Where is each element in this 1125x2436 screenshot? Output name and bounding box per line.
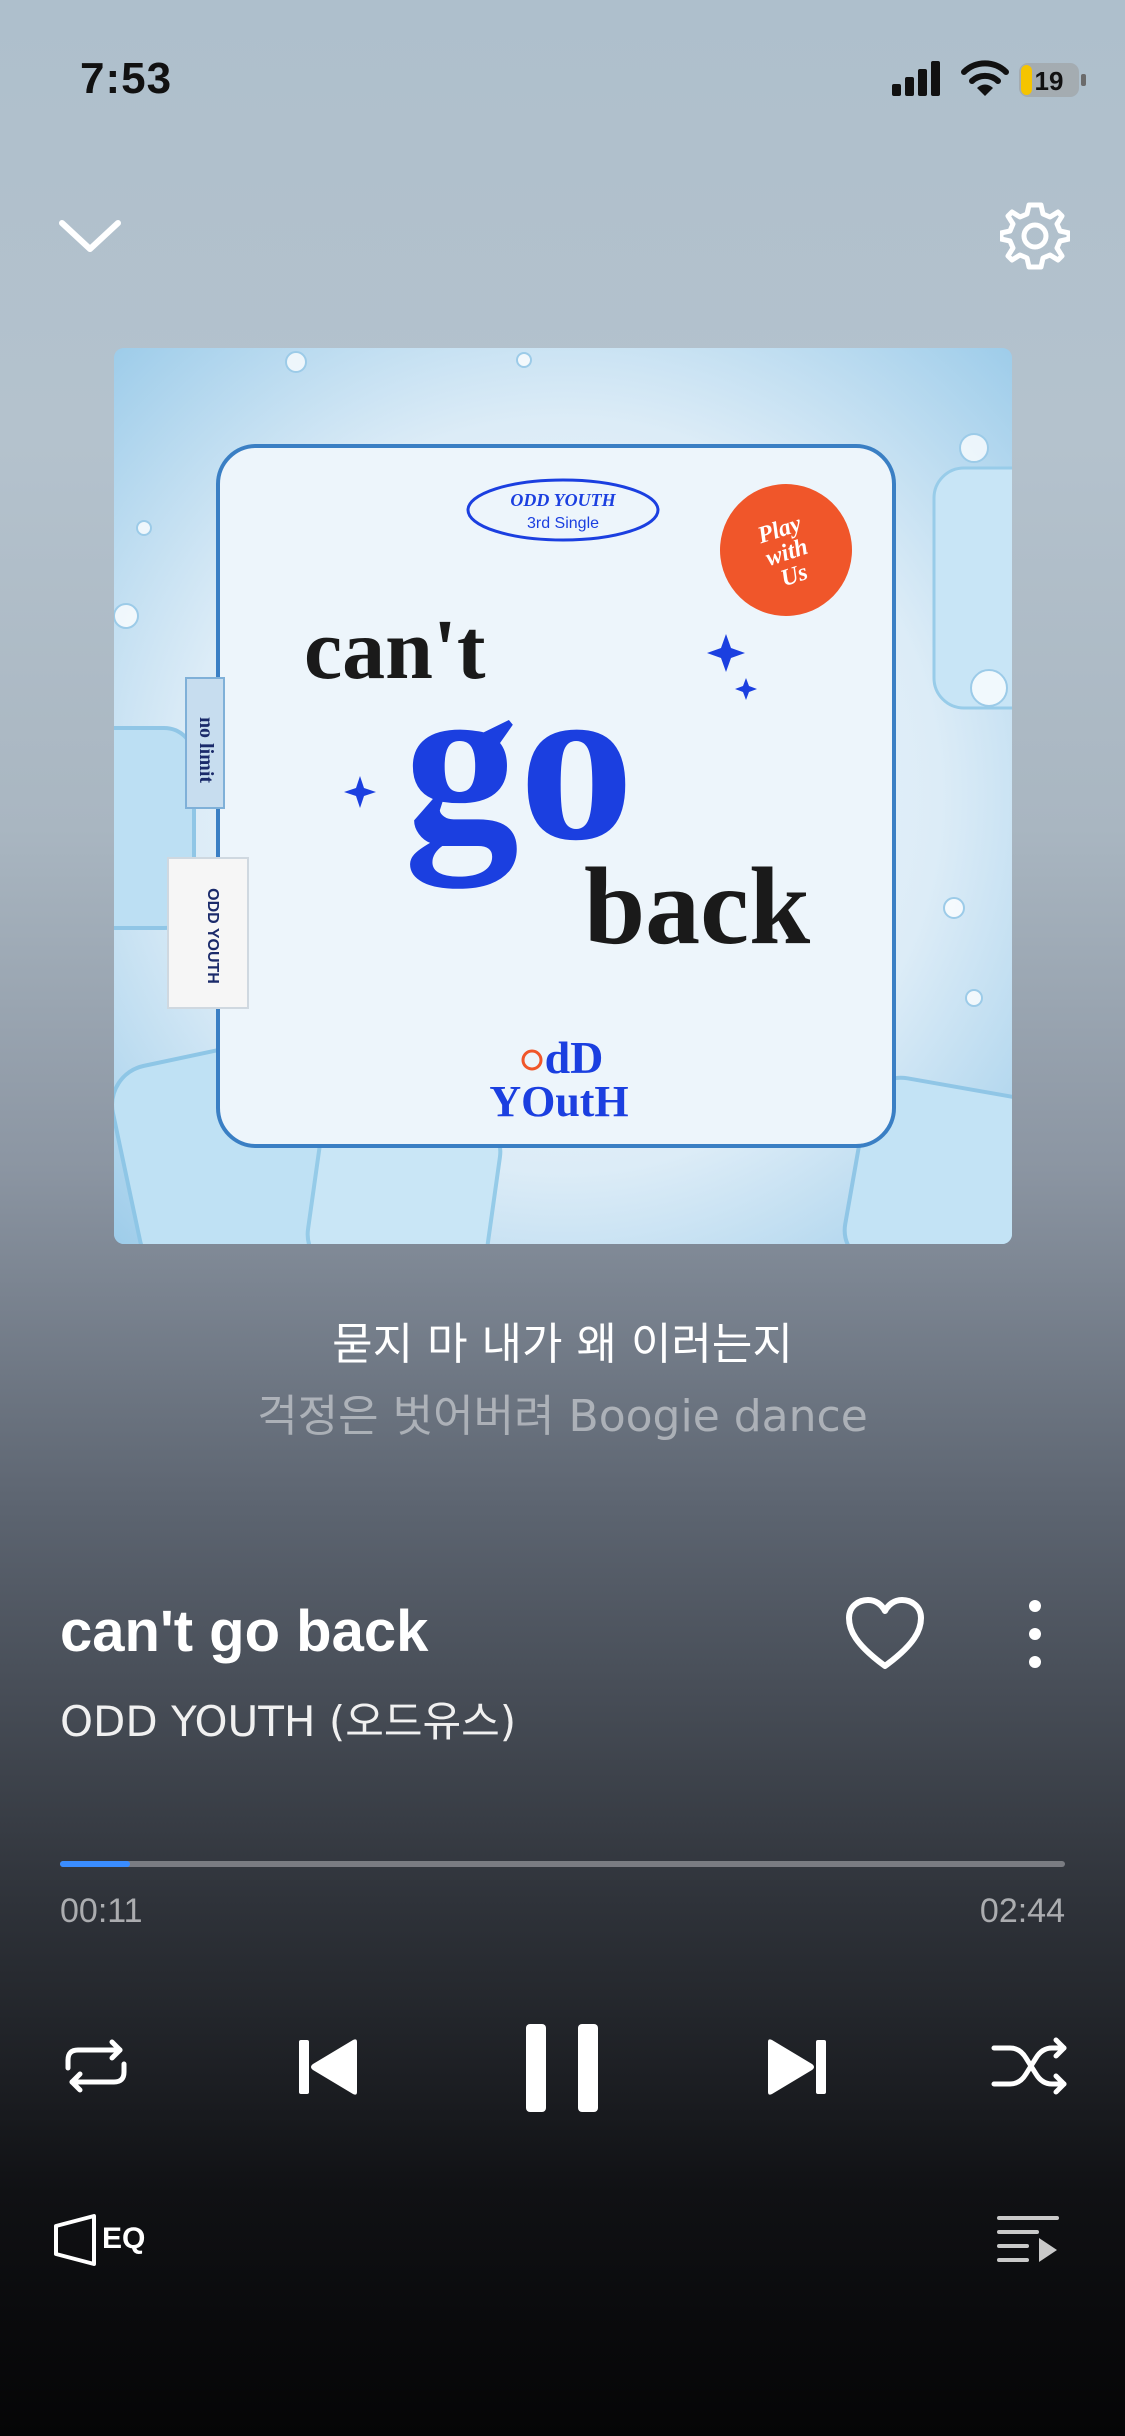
album-badge-sub: 3rd Single [527,515,599,532]
pause-icon[interactable] [522,2020,602,2116]
lyric-next-line[interactable]: 걱정은 벗어버려 Boogie dance [0,1380,1125,1444]
elapsed-time: 00:11 [60,1892,143,1930]
album-art[interactable]: ODD YOUTH 3rd Single Play with Us can't … [114,348,1012,1244]
album-art-graphic: ODD YOUTH 3rd Single Play with Us can't … [114,348,1012,1244]
repeat-icon[interactable] [54,2034,138,2098]
wifi-icon [961,60,1009,96]
svg-text:ODD YOUTH: ODD YOUTH [204,888,221,984]
cellular-signal-icon [892,61,940,96]
next-track-icon[interactable] [762,2036,830,2098]
settings-gear-icon[interactable] [1000,200,1070,270]
eq-button[interactable]: EQ [52,2212,152,2268]
battery-icon: 19 [1019,63,1086,97]
like-heart-icon[interactable] [845,1596,925,1672]
battery-level: 19 [1035,66,1064,96]
total-duration: 02:44 [979,1892,1065,1930]
song-title: can't go back [60,1599,429,1664]
shuffle-icon[interactable] [990,2034,1070,2098]
progress-bar[interactable] [60,1861,1065,1867]
battery-indicator: 19 [1018,60,1088,100]
more-options-icon[interactable] [1010,1596,1060,1672]
eq-label: EQ [102,2222,146,2255]
lyric-current-line[interactable]: 묻지 마 내가 왜 이러는지 [0,1308,1125,1372]
speaker-icon [54,2214,96,2266]
status-time: 7:53 [80,54,173,103]
side-tag-odd-youth: ODD YOUTH [167,857,249,1009]
artist-name[interactable]: ODD YOUTH (오드유스) [60,1688,516,1749]
svg-text:YOutH: YOutH [489,1077,628,1126]
playlist-queue-icon[interactable] [995,2212,1061,2264]
previous-track-icon[interactable] [295,2036,363,2098]
svg-text:no limit: no limit [195,717,217,783]
album-title-back: back [584,845,811,967]
album-badge-top: ODD YOUTH [510,490,616,510]
side-tag-no-limit: no limit [185,677,225,809]
progress-bar-fill [60,1861,131,1867]
svg-text:dD: dD [545,1032,604,1083]
collapse-chevron-icon[interactable] [58,205,122,265]
